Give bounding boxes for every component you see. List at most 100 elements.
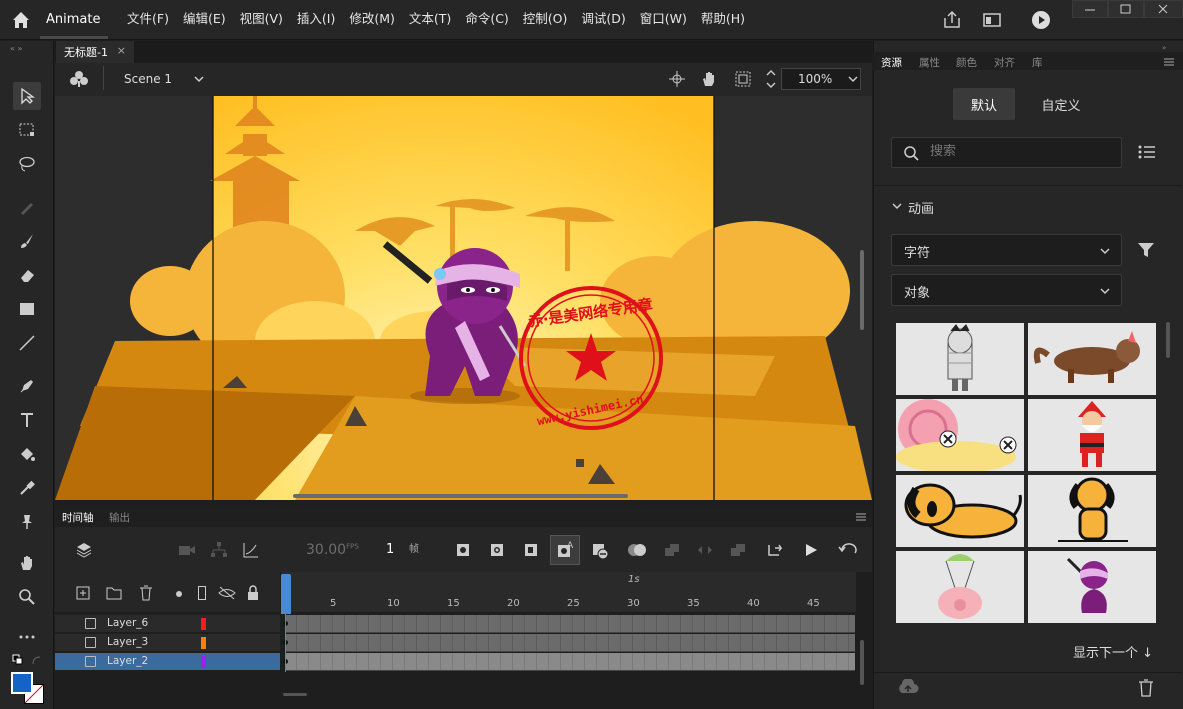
tab-color[interactable]: 颜色: [956, 55, 977, 70]
pen-tool-icon[interactable]: [13, 372, 41, 400]
menu-item[interactable]: 窗口(W): [633, 10, 694, 28]
timeline-v-scrollbar[interactable]: [860, 640, 864, 685]
thumbnail-wolf[interactable]: [1028, 323, 1156, 395]
tween-icon[interactable]: [697, 543, 713, 557]
fill-color-swatch[interactable]: [11, 672, 33, 694]
step-back-icon[interactable]: [767, 542, 785, 558]
list-view-icon[interactable]: [1138, 144, 1156, 160]
edit-multiple-frames-icon[interactable]: [664, 543, 680, 557]
thumbnail-mummy-zombie[interactable]: [896, 323, 1024, 395]
tab-timeline[interactable]: 时间轴: [62, 510, 94, 525]
default-colors-icon[interactable]: [32, 656, 42, 666]
fps-display[interactable]: 30.00FPS: [306, 542, 359, 558]
auto-keyframe-button[interactable]: A: [550, 535, 580, 565]
stage-horizontal-scrollbar[interactable]: [293, 494, 628, 498]
tab-properties[interactable]: 属性: [919, 55, 940, 70]
current-frame[interactable]: 1: [386, 542, 394, 557]
thumbnail-snail[interactable]: [896, 399, 1024, 471]
layer-frames[interactable]: [283, 653, 855, 671]
minimize-button[interactable]: [1072, 0, 1108, 18]
thumbnail-dog-sitting[interactable]: [1028, 475, 1156, 547]
visibility-icon[interactable]: [218, 586, 236, 600]
playhead[interactable]: [281, 574, 291, 614]
layer-row[interactable]: Layer_3: [55, 634, 280, 652]
scene-symbol-icon[interactable]: [69, 69, 89, 89]
lasso-tool-icon[interactable]: [13, 150, 41, 178]
share-icon[interactable]: [941, 9, 963, 31]
new-folder-icon[interactable]: [106, 586, 122, 600]
hand-tool-icon[interactable]: [13, 549, 41, 577]
tab-assets[interactable]: 资源: [881, 55, 902, 70]
section-title-animation[interactable]: 动画: [908, 198, 934, 217]
layer-frames[interactable]: [283, 615, 855, 633]
menu-item[interactable]: 视图(V): [233, 10, 290, 28]
layer-row[interactable]: Layer_6: [55, 615, 280, 633]
menu-item[interactable]: 帮助(H): [694, 10, 752, 28]
layer-color-swatch[interactable]: [201, 637, 206, 649]
menu-item[interactable]: 控制(O): [516, 10, 575, 28]
thumbnail-dog-lying[interactable]: [896, 475, 1024, 547]
paint-brush-tool-icon[interactable]: [13, 227, 41, 255]
paint-bucket-tool-icon[interactable]: [13, 440, 41, 468]
panel-menu-icon[interactable]: [1163, 57, 1175, 67]
menu-item[interactable]: 插入(I): [290, 10, 342, 28]
eyedropper-tool-icon[interactable]: [13, 474, 41, 502]
graph-icon[interactable]: [242, 541, 260, 559]
test-movie-icon[interactable]: [1030, 9, 1052, 31]
eraser-tool-icon[interactable]: [13, 261, 41, 289]
more-tools-icon[interactable]: [13, 622, 41, 650]
timeline-menu-icon[interactable]: [855, 512, 867, 522]
collapse-icon[interactable]: »: [1162, 44, 1174, 50]
type-dropdown[interactable]: 对象: [891, 274, 1122, 306]
zoom-tool-icon[interactable]: [13, 583, 41, 611]
maximize-button[interactable]: [1108, 0, 1144, 18]
tab-align[interactable]: 对齐: [994, 55, 1015, 70]
insert-keyframe-icon[interactable]: [456, 543, 470, 557]
clear-keyframe-icon[interactable]: [591, 542, 609, 560]
clip-stage-icon[interactable]: [733, 69, 753, 89]
search-input[interactable]: [930, 144, 1110, 159]
layer-parenting-icon[interactable]: [210, 541, 228, 559]
category-dropdown[interactable]: 字符: [891, 234, 1122, 266]
timeline-scrollbar[interactable]: [283, 693, 307, 696]
segment-custom[interactable]: 自定义: [1028, 88, 1094, 120]
selection-tool-icon[interactable]: [13, 82, 41, 110]
asset-search-field[interactable]: [891, 137, 1122, 168]
workspace-icon[interactable]: [981, 9, 1003, 31]
thumbnail-pig-parachute[interactable]: [896, 551, 1024, 623]
menu-item[interactable]: 修改(M): [342, 10, 402, 28]
stage-vertical-scrollbar[interactable]: [860, 250, 864, 330]
onion-skin-icon[interactable]: [627, 543, 647, 557]
document-tab[interactable]: 无标题-1 ×: [56, 41, 134, 63]
line-tool-icon[interactable]: [13, 329, 41, 357]
free-transform-tool-icon[interactable]: [13, 116, 41, 144]
assets-scrollbar[interactable]: [1166, 322, 1170, 358]
new-layer-icon[interactable]: [76, 586, 90, 600]
zoom-stepper-icon[interactable]: [763, 66, 779, 92]
pin-tool-icon[interactable]: [13, 508, 41, 536]
tab-output[interactable]: 输出: [109, 510, 130, 525]
show-next-button[interactable]: 显示下一个 ↓: [1073, 642, 1153, 661]
text-tool-icon[interactable]: [13, 406, 41, 434]
chevron-down-icon[interactable]: [891, 200, 903, 212]
camera-icon[interactable]: [178, 543, 196, 557]
play-icon[interactable]: [803, 542, 819, 558]
loop-icon[interactable]: [838, 542, 858, 558]
brush-stroke-tool-icon[interactable]: [13, 193, 41, 221]
center-stage-icon[interactable]: [668, 70, 686, 88]
layers-icon[interactable]: [74, 540, 94, 560]
rotation-tool-icon[interactable]: [699, 69, 719, 89]
upload-cloud-icon[interactable]: [897, 679, 919, 695]
menu-item[interactable]: 编辑(E): [176, 10, 233, 28]
menu-item[interactable]: 调试(D): [574, 10, 632, 28]
menu-item[interactable]: 文件(F): [120, 10, 176, 28]
frame-ops-icon[interactable]: [730, 543, 746, 557]
chevron-down-icon[interactable]: [192, 72, 206, 86]
layer-color-swatch[interactable]: [201, 618, 206, 630]
home-icon[interactable]: [10, 9, 32, 31]
highlight-layers-icon[interactable]: [176, 591, 182, 597]
menu-item[interactable]: 命令(C): [458, 10, 515, 28]
layer-frames[interactable]: [283, 634, 855, 652]
scene-selector[interactable]: Scene 1: [124, 72, 172, 86]
close-button[interactable]: [1144, 0, 1183, 18]
